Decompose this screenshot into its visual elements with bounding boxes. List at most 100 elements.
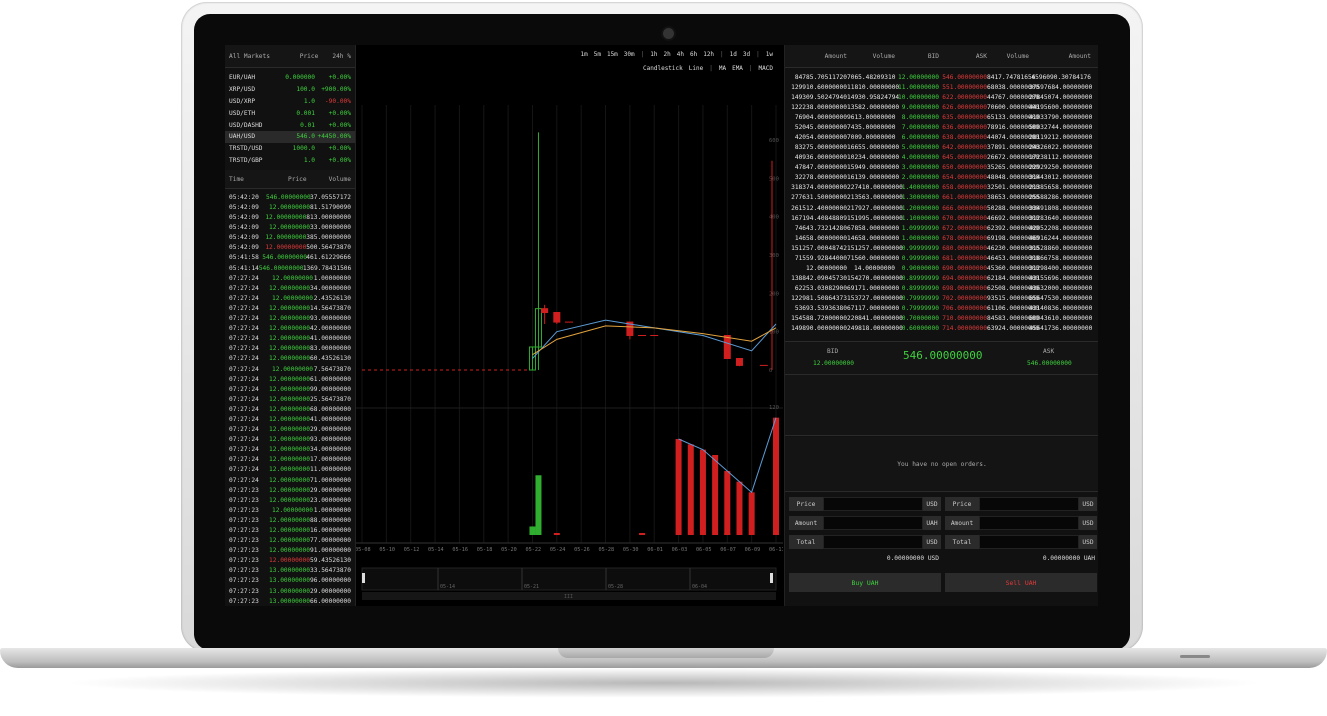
orderbook-row[interactable]: 76904.00000000 9613.00000000 8.00000000 635… <box>785 112 1098 122</box>
trade-volume: 60.43526130 <box>310 355 351 363</box>
volume-bar-small <box>724 533 731 535</box>
orderbook-row[interactable]: 53693.53936380 67117.00000000 0.79999990 70… <box>785 304 1098 314</box>
ob-ask-price: 626.00000000 <box>942 103 987 111</box>
market-row[interactable]: UAH/USD 546.0 +4450.00% <box>225 130 355 143</box>
ob-ask-price: 702.00000000 <box>942 295 987 303</box>
market-row[interactable]: TRSTD/USD 1000.0 +0.00% <box>225 143 355 155</box>
market-row[interactable]: USD/XRP 1.0 -90.00% <box>225 96 355 108</box>
trade-row: 07:27:24 12.00000000 34.00000000 <box>225 445 355 455</box>
orderbook-row[interactable]: 151257.00048742 151257.00000000 0.99999999… <box>785 243 1098 253</box>
trade-volume: 29.00000000 <box>310 426 351 434</box>
orderbook-row[interactable]: 12.00000000 14.00000000 0.90000000 690.0000… <box>785 263 1098 273</box>
ob-amount-bid: 129910.60000000 <box>791 83 847 91</box>
ob-header-amount-ask: Amount <box>1068 52 1091 60</box>
navigator-right-handle[interactable] <box>770 573 773 583</box>
trade-price: 12.00000000 <box>269 516 311 524</box>
markets-header-name: All Markets <box>229 52 270 60</box>
orderbook-row[interactable]: 318374.00000000 227410.00000000 1.40000000… <box>785 183 1098 193</box>
trade-volume: 1.00000000 <box>313 506 351 514</box>
price-chart[interactable]: 600500400300200100012005-08 05-10 05-12 05-… <box>356 45 783 606</box>
market-price: 546.0 <box>296 133 315 141</box>
market-row[interactable]: USD/DASHD 0.01 +0.00% <box>225 119 355 131</box>
trade-price: 12.00000000 <box>265 244 307 252</box>
orderbook-row[interactable]: 62253.03082900 69171.00000000 0.89999990 69… <box>785 284 1098 294</box>
orderbook-row[interactable]: 40936.00000000 10234.00000000 4.00000000 64… <box>785 153 1098 163</box>
orderbook-row[interactable]: 261512.40000000 217927.00000000 1.20000000… <box>785 203 1098 213</box>
trade-volume: 11.00000000 <box>310 466 351 474</box>
ob-volume-ask: 63924.00000000 <box>987 325 1040 333</box>
sell-form: Price USD Amount USD Total USD 0.0000000… <box>945 497 1097 592</box>
market-change: -90.00% <box>324 97 351 105</box>
ob-ask-price: 690.00000000 <box>942 265 987 273</box>
trade-volume: 61.00000000 <box>310 375 351 383</box>
trade-price: 12.00000000 <box>269 537 311 545</box>
ob-amount-ask: 22929250.00000000 <box>1029 164 1093 172</box>
ob-volume-ask: 68038.00000000 <box>987 83 1040 91</box>
ob-header-volume-ask: Volume <box>1006 52 1029 60</box>
ob-ask-price: 714.00000000 <box>942 325 987 333</box>
ob-volume-ask: 32501.00000000 <box>987 184 1040 192</box>
orderbook-row[interactable]: 52045.00000000 7435.00000000 7.00000000 636… <box>785 122 1098 132</box>
navigator-scroll-handle[interactable]: III <box>564 594 573 600</box>
x-tick-label: 05-16 <box>452 547 468 553</box>
market-row[interactable]: EUR/UAH 0.000000 +0.00% <box>225 72 355 84</box>
candle-body <box>723 335 731 359</box>
ob-amount-ask: 43632000.00000000 <box>1029 285 1093 293</box>
orderbook-row[interactable]: 149309.50247940 14930.95824794 10.00000000… <box>785 92 1098 102</box>
orderbook-row[interactable]: 138842.09045730 154270.00000000 0.89999999… <box>785 274 1098 284</box>
orderbook-row[interactable]: 83275.00000000 16655.00000000 5.00000000 64… <box>785 143 1098 153</box>
orderbook-row[interactable]: 277631.50000000 213563.00000000 1.30000000… <box>785 193 1098 203</box>
price-tick-label: 200 <box>769 291 779 297</box>
trade-price: 13.00000000 <box>269 597 311 605</box>
trade-time: 05:42:09 <box>229 244 259 252</box>
trade-price: 12.00000000 <box>269 527 311 535</box>
orderbook-row[interactable]: 149890.00000000 249818.00000000 0.60000000… <box>785 324 1098 334</box>
orderbook-list[interactable]: 84785.70511720 7065.48209310 12.00000000 54… <box>785 72 1098 334</box>
orderbook-row[interactable]: 154588.72000000 220841.00000000 0.70000000… <box>785 314 1098 324</box>
sell-total-input[interactable] <box>979 535 1079 549</box>
ob-volume-bid: 71560.00000000 <box>847 254 900 262</box>
buy-total-input[interactable] <box>823 535 923 549</box>
orderbook-row[interactable]: 129910.60000000 11810.00000000 11.00000000… <box>785 82 1098 92</box>
orderbook-row[interactable]: 84785.70511720 7065.48209310 12.00000000 54… <box>785 72 1098 82</box>
buy-button[interactable]: Buy UAH <box>789 573 941 592</box>
trade-time: 07:27:23 <box>229 537 259 545</box>
ob-amount-bid: 149890.00000000 <box>791 325 847 333</box>
orderbook-row[interactable]: 42054.00000000 7009.00000000 6.00000000 638… <box>785 132 1098 142</box>
orderbook-row[interactable]: 122981.50864373 153727.00000000 0.79999999… <box>785 294 1098 304</box>
ob-ask-price: 638.00000000 <box>942 134 987 141</box>
trade-time: 07:27:24 <box>229 345 259 353</box>
orderbook-row[interactable]: 122238.00000000 13582.00000000 9.00000000 6… <box>785 102 1098 112</box>
sell-amount-input[interactable] <box>979 516 1079 530</box>
trade-price: 12.00000000 <box>269 304 311 312</box>
ob-amount-bid: 149309.50247940 <box>791 93 847 101</box>
navigator-left-handle[interactable] <box>362 573 365 583</box>
trade-time: 07:27:24 <box>229 284 259 292</box>
buy-amount-input[interactable] <box>823 516 923 530</box>
market-row[interactable]: TRSTD/GBP 1.0 +0.00% <box>225 155 355 167</box>
ob-amount-ask: 65647530.00000000 <box>1029 295 1093 303</box>
ob-ask-price: 678.00000000 <box>942 234 987 242</box>
ob-ask-price: 654.00000000 <box>942 174 987 182</box>
trade-row: 07:27:23 12.00000000 16.00000000 <box>225 525 355 535</box>
ob-amount-ask: 50032744.00000000 <box>1029 123 1093 131</box>
sell-price-input[interactable] <box>979 497 1079 511</box>
candle-body <box>541 308 549 313</box>
sell-button[interactable]: Sell UAH <box>945 573 1097 592</box>
markets-header-price[interactable]: Price <box>300 53 319 60</box>
orderbook-row[interactable]: 14658.00000000 14658.00000000 1.00000000 67… <box>785 233 1098 243</box>
buy-price-input[interactable] <box>823 497 923 511</box>
spread-last-price: 546.00000000 <box>903 349 983 362</box>
orderbook-row[interactable]: 71559.92844000 71560.00000000 0.99999000 68… <box>785 253 1098 263</box>
ob-volume-ask: 8417.74781656 <box>987 73 1036 81</box>
orderbook-row[interactable]: 47847.00000000 15949.00000000 3.00000000 65… <box>785 163 1098 173</box>
market-row[interactable]: XRP/USD 100.0 +900.00% <box>225 84 355 96</box>
ob-amount-bid: 151257.00048742 <box>791 244 847 252</box>
orderbook-row[interactable]: 74643.73214280 67858.00000000 1.09999990 67… <box>785 223 1098 233</box>
market-row[interactable]: USD/ETH 0.001 +0.00% <box>225 107 355 119</box>
orderbook-row[interactable]: 167194.40848809 151995.00000000 1.10000000… <box>785 213 1098 223</box>
range-navigator[interactable] <box>361 567 777 591</box>
orderbook-row[interactable]: 32278.00000000 16139.00000000 2.00000000 65… <box>785 173 1098 183</box>
ob-bid-price: 0.60000000 <box>901 325 939 333</box>
markets-header-change[interactable]: 24h % <box>332 53 351 60</box>
